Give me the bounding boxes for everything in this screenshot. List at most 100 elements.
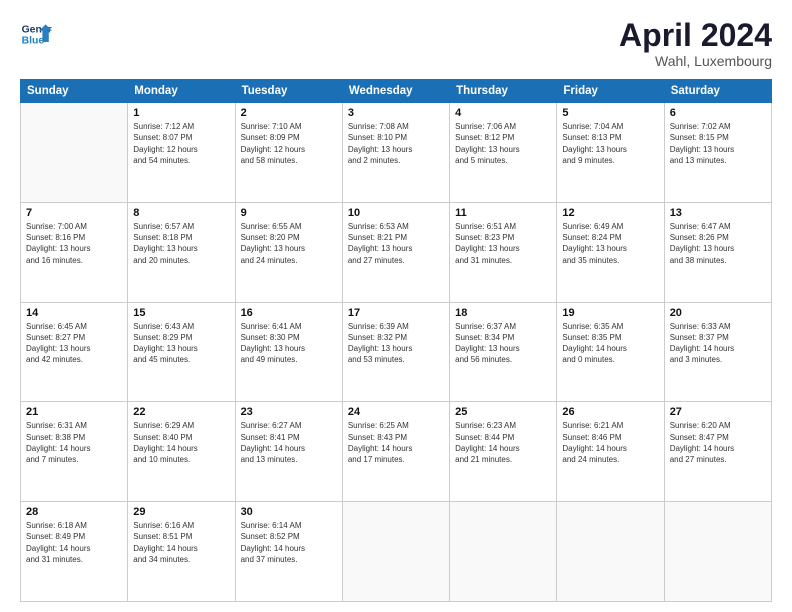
weekday-header: Thursday [450,80,557,103]
day-number: 16 [241,307,337,319]
weekday-header-row: SundayMondayTuesdayWednesdayThursdayFrid… [21,80,772,103]
calendar-cell [342,502,449,602]
weekday-header: Sunday [21,80,128,103]
calendar-cell: 20 Sunrise: 6:33 AM Sunset: 8:37 PM Dayli… [664,302,771,402]
logo: General Blue [20,18,52,50]
day-number: 3 [348,107,444,119]
day-number: 8 [133,207,229,219]
day-info: Sunrise: 6:33 AM Sunset: 8:37 PM Dayligh… [670,321,766,366]
calendar-table: SundayMondayTuesdayWednesdayThursdayFrid… [20,79,772,602]
calendar-cell [557,502,664,602]
calendar-cell: 8 Sunrise: 6:57 AM Sunset: 8:18 PM Daylig… [128,202,235,302]
day-info: Sunrise: 6:47 AM Sunset: 8:26 PM Dayligh… [670,221,766,266]
day-info: Sunrise: 6:39 AM Sunset: 8:32 PM Dayligh… [348,321,444,366]
day-info: Sunrise: 6:25 AM Sunset: 8:43 PM Dayligh… [348,420,444,465]
calendar-cell: 5 Sunrise: 7:04 AM Sunset: 8:13 PM Daylig… [557,103,664,203]
calendar-cell: 4 Sunrise: 7:06 AM Sunset: 8:12 PM Daylig… [450,103,557,203]
day-info: Sunrise: 6:20 AM Sunset: 8:47 PM Dayligh… [670,420,766,465]
day-number: 18 [455,307,551,319]
day-number: 9 [241,207,337,219]
day-number: 29 [133,506,229,518]
day-info: Sunrise: 6:49 AM Sunset: 8:24 PM Dayligh… [562,221,658,266]
calendar-week-row: 1 Sunrise: 7:12 AM Sunset: 8:07 PM Daylig… [21,103,772,203]
calendar-cell: 26Sunrise: 6:21 AM Sunset: 8:46 PM Dayli… [557,402,664,502]
calendar-cell [450,502,557,602]
day-number: 23 [241,406,337,418]
day-info: Sunrise: 6:57 AM Sunset: 8:18 PM Dayligh… [133,221,229,266]
day-info: Sunrise: 6:27 AM Sunset: 8:41 PM Dayligh… [241,420,337,465]
calendar-cell: 29 Sunrise: 6:16 AM Sunset: 8:51 PM Dayli… [128,502,235,602]
day-number: 28 [26,506,122,518]
calendar-cell [664,502,771,602]
day-number: 1 [133,107,229,119]
weekday-header: Tuesday [235,80,342,103]
calendar-cell: 18Sunrise: 6:37 AM Sunset: 8:34 PM Dayli… [450,302,557,402]
day-number: 20 [670,307,766,319]
calendar-cell: 17 Sunrise: 6:39 AM Sunset: 8:32 PM Dayli… [342,302,449,402]
day-number: 2 [241,107,337,119]
location: Wahl, Luxembourg [619,53,772,69]
day-number: 25 [455,406,551,418]
day-info: Sunrise: 6:51 AM Sunset: 8:23 PM Dayligh… [455,221,551,266]
weekday-header: Monday [128,80,235,103]
day-number: 24 [348,406,444,418]
calendar-cell: 15Sunrise: 6:43 AM Sunset: 8:29 PM Dayli… [128,302,235,402]
calendar-cell: 14Sunrise: 6:45 AM Sunset: 8:27 PM Dayli… [21,302,128,402]
day-number: 13 [670,207,766,219]
calendar-cell: 16 Sunrise: 6:41 AM Sunset: 8:30 PM Dayli… [235,302,342,402]
day-info: Sunrise: 7:06 AM Sunset: 8:12 PM Dayligh… [455,121,551,166]
calendar-cell: 27 Sunrise: 6:20 AM Sunset: 8:47 PM Dayli… [664,402,771,502]
weekday-header: Wednesday [342,80,449,103]
calendar-cell: 9 Sunrise: 6:55 AM Sunset: 8:20 PM Daylig… [235,202,342,302]
day-number: 27 [670,406,766,418]
calendar-cell: 12 Sunrise: 6:49 AM Sunset: 8:24 PM Dayli… [557,202,664,302]
day-info: Sunrise: 6:43 AM Sunset: 8:29 PM Dayligh… [133,321,229,366]
calendar-cell: 24 Sunrise: 6:25 AM Sunset: 8:43 PM Dayli… [342,402,449,502]
day-info: Sunrise: 6:41 AM Sunset: 8:30 PM Dayligh… [241,321,337,366]
day-number: 30 [241,506,337,518]
weekday-header: Friday [557,80,664,103]
logo-icon: General Blue [20,18,52,50]
calendar-cell: 25 Sunrise: 6:23 AM Sunset: 8:44 PM Dayli… [450,402,557,502]
day-info: Sunrise: 6:29 AM Sunset: 8:40 PM Dayligh… [133,420,229,465]
day-info: Sunrise: 7:10 AM Sunset: 8:09 PM Dayligh… [241,121,337,166]
svg-text:Blue: Blue [22,36,45,47]
day-number: 5 [562,107,658,119]
day-number: 10 [348,207,444,219]
calendar-cell: 1 Sunrise: 7:12 AM Sunset: 8:07 PM Daylig… [128,103,235,203]
month-title: April 2024 [619,18,772,53]
day-number: 7 [26,207,122,219]
day-number: 21 [26,406,122,418]
day-info: Sunrise: 6:23 AM Sunset: 8:44 PM Dayligh… [455,420,551,465]
calendar-cell: 3Sunrise: 7:08 AM Sunset: 8:10 PM Daylig… [342,103,449,203]
calendar-cell: 28 Sunrise: 6:18 AM Sunset: 8:49 PM Dayli… [21,502,128,602]
day-info: Sunrise: 6:35 AM Sunset: 8:35 PM Dayligh… [562,321,658,366]
weekday-header: Saturday [664,80,771,103]
day-info: Sunrise: 6:55 AM Sunset: 8:20 PM Dayligh… [241,221,337,266]
day-number: 22 [133,406,229,418]
day-info: Sunrise: 6:16 AM Sunset: 8:51 PM Dayligh… [133,520,229,565]
day-number: 11 [455,207,551,219]
day-number: 19 [562,307,658,319]
day-info: Sunrise: 7:04 AM Sunset: 8:13 PM Dayligh… [562,121,658,166]
day-number: 12 [562,207,658,219]
calendar-cell: 13 Sunrise: 6:47 AM Sunset: 8:26 PM Dayli… [664,202,771,302]
calendar-cell: 19 Sunrise: 6:35 AM Sunset: 8:35 PM Dayli… [557,302,664,402]
day-info: Sunrise: 7:02 AM Sunset: 8:15 PM Dayligh… [670,121,766,166]
calendar-cell: 21 Sunrise: 6:31 AM Sunset: 8:38 PM Dayli… [21,402,128,502]
day-number: 14 [26,307,122,319]
header: General Blue April 2024 Wahl, Luxembourg [20,18,772,69]
calendar-cell: 2 Sunrise: 7:10 AM Sunset: 8:09 PM Daylig… [235,103,342,203]
calendar-week-row: 14Sunrise: 6:45 AM Sunset: 8:27 PM Dayli… [21,302,772,402]
day-info: Sunrise: 7:12 AM Sunset: 8:07 PM Dayligh… [133,121,229,166]
day-info: Sunrise: 6:18 AM Sunset: 8:49 PM Dayligh… [26,520,122,565]
day-number: 4 [455,107,551,119]
calendar-cell: 30Sunrise: 6:14 AM Sunset: 8:52 PM Dayli… [235,502,342,602]
day-info: Sunrise: 6:31 AM Sunset: 8:38 PM Dayligh… [26,420,122,465]
calendar-week-row: 7Sunrise: 7:00 AM Sunset: 8:16 PM Daylig… [21,202,772,302]
day-number: 6 [670,107,766,119]
day-number: 17 [348,307,444,319]
calendar-cell: 7Sunrise: 7:00 AM Sunset: 8:16 PM Daylig… [21,202,128,302]
calendar-body: 1 Sunrise: 7:12 AM Sunset: 8:07 PM Daylig… [21,103,772,602]
calendar-cell: 11 Sunrise: 6:51 AM Sunset: 8:23 PM Dayli… [450,202,557,302]
